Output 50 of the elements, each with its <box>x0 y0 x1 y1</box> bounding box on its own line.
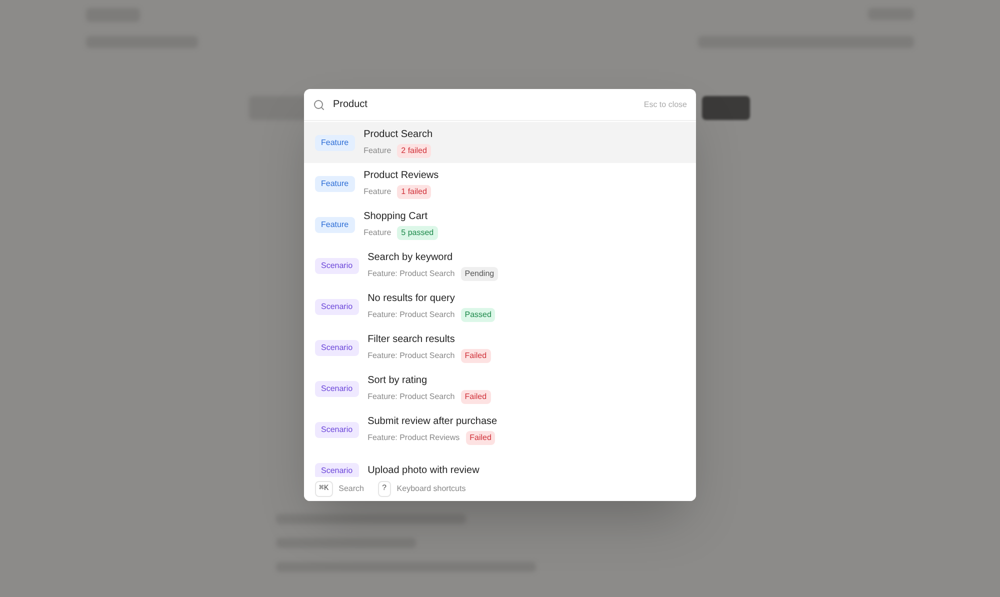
search-result[interactable]: Scenario No results for query Feature: Product Search Passed <box>304 286 696 327</box>
type-tag: Scenario <box>315 462 359 477</box>
result-title: Product Search <box>364 128 433 142</box>
result-title: Upload photo with review <box>368 464 480 477</box>
search-result[interactable]: Scenario Sort by rating Feature: Product Search Failed <box>304 368 696 409</box>
key-hint: ⌘K <box>315 481 333 497</box>
type-tag: Scenario <box>315 380 359 396</box>
search-result[interactable]: Feature Shopping Cart Feature 5 passed <box>304 204 696 245</box>
status-badge: Failed <box>460 390 491 404</box>
result-title: Sort by rating <box>368 374 428 388</box>
result-subtitle: Feature: Product Search <box>368 391 455 403</box>
close-hint: Esc to close <box>644 98 687 110</box>
shortcut-label: Search <box>338 483 364 495</box>
search-result[interactable]: Scenario Search by keyword Feature: Product Search Pending <box>304 245 696 286</box>
type-tag: Feature <box>315 176 355 192</box>
shortcut-label: Keyboard shortcuts <box>396 483 466 495</box>
result-subtitle: Feature: Product Reviews <box>368 432 460 444</box>
result-subtitle: Feature: Product Search <box>368 309 455 321</box>
status-badge: Passed <box>460 308 496 322</box>
result-subtitle: Feature: Product Search <box>368 350 455 362</box>
type-tag: Scenario <box>315 422 359 438</box>
result-title: No results for query <box>368 292 456 306</box>
result-subtitle: Feature <box>364 227 392 239</box>
search-result[interactable]: Scenario Filter search results Feature: Product Search Failed <box>304 327 696 368</box>
status-badge: 2 failed <box>397 144 431 158</box>
result-title: Shopping Cart <box>364 210 429 224</box>
type-tag: Feature <box>315 134 355 150</box>
key-hint: ? <box>378 481 391 497</box>
result-title: Filter search results <box>368 333 456 347</box>
type-tag: Feature <box>315 216 355 232</box>
result-subtitle: Feature: Product Search <box>368 268 455 280</box>
result-title: Search by keyword <box>368 251 454 265</box>
search-result[interactable]: Feature Product Reviews Feature 1 failed <box>304 163 696 204</box>
type-tag: Scenario <box>315 298 359 314</box>
result-subtitle: Feature <box>364 145 392 157</box>
search-field[interactable]: Product <box>333 97 636 112</box>
status-badge: Failed <box>466 431 496 445</box>
search-result[interactable]: Scenario Upload photo with review <box>304 450 696 477</box>
search-icon <box>313 98 325 110</box>
status-badge: 5 passed <box>397 226 438 240</box>
type-tag: Scenario <box>315 340 359 356</box>
status-badge: 1 failed <box>397 185 431 199</box>
search-result[interactable]: Scenario Submit review after purchase Feature: Product Reviews Failed <box>304 409 696 450</box>
status-badge: Pending <box>460 267 498 281</box>
status-badge: Failed <box>460 349 491 363</box>
result-title: Product Reviews <box>364 169 439 183</box>
result-title: Submit review after purchase <box>368 415 498 429</box>
type-tag: Scenario <box>315 258 359 274</box>
search-result[interactable]: Feature Product Search Feature 2 failed <box>304 122 696 163</box>
result-subtitle: Feature <box>364 186 392 198</box>
